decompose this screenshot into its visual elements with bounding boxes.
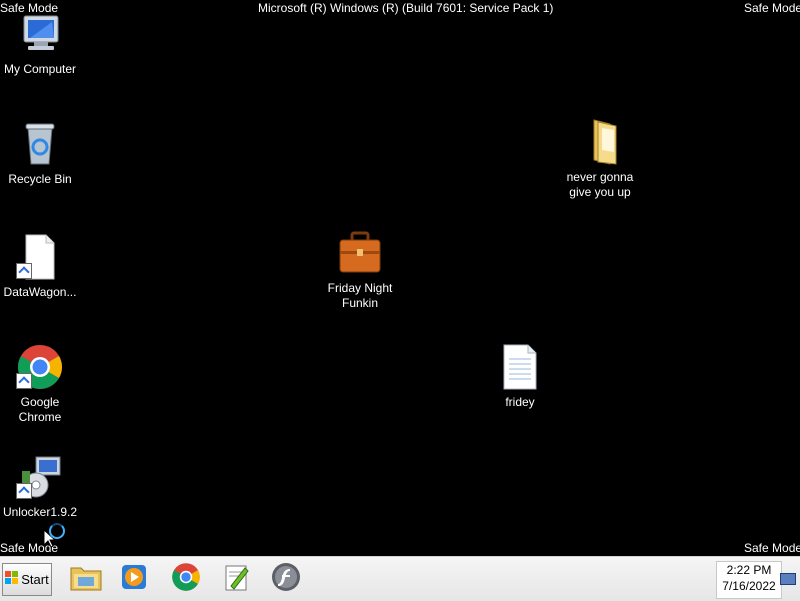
shortcut-arrow-icon (16, 263, 32, 279)
desktop-icon-label-line-2: Funkin (341, 296, 379, 310)
chrome-icon (16, 343, 64, 391)
start-label: Start (21, 572, 49, 587)
briefcase-icon (336, 229, 384, 277)
clock-date: 7/16/2022 (722, 579, 776, 593)
desktop-icon-unlocker[interactable]: Unlocker1.9.2 (0, 453, 80, 520)
desktop-icon-label: DataWagon... (3, 285, 77, 299)
desktop-icon-never-gonna-give-you-up[interactable]: never gonna give you up (560, 118, 640, 200)
explorer-icon (69, 562, 103, 597)
taskbar: Start 2:22 PM 7/16/2022 (0, 556, 800, 601)
desktop-icon-label: Unlocker1.9.2 (2, 505, 78, 519)
desktop-icon-fridey[interactable]: fridey (480, 343, 560, 410)
taskbar-flash-button[interactable] (266, 562, 306, 596)
desktop-icon-label-line-1: Friday Night (327, 281, 393, 295)
taskbar-notepad-plus-button[interactable] (216, 562, 256, 596)
chrome-icon (171, 562, 201, 597)
busy-spinner-icon (49, 523, 65, 539)
shortcut-arrow-icon (16, 483, 32, 499)
notepad-plus-icon (221, 562, 251, 597)
clock-time: 2:22 PM (726, 563, 772, 577)
desktop-icon-label: My Computer (3, 62, 77, 76)
desktop-icon-google-chrome[interactable]: Google Chrome (0, 343, 80, 425)
windows-logo-icon (5, 571, 19, 588)
unlocker-icon (16, 453, 64, 501)
document-shortcut-icon (16, 233, 64, 281)
desktop-icon-label: Recycle Bin (8, 172, 72, 186)
desktop-icon-recycle-bin[interactable]: Recycle Bin (0, 120, 80, 187)
desktop-icon-label-line-1: never gonna (566, 170, 634, 184)
start-button[interactable]: Start (2, 563, 52, 596)
recycle-bin-icon (16, 120, 64, 168)
taskbar-media-player-button[interactable] (114, 562, 154, 596)
desktop-icon-label-line-2: give you up (569, 185, 631, 199)
network-tray-icon[interactable] (780, 573, 796, 585)
taskbar-explorer-button[interactable] (66, 562, 106, 596)
desktop-icon-label-line-2: Chrome (18, 410, 62, 424)
computer-icon (16, 10, 64, 58)
desktop-icon-label-line-1: Google (20, 395, 60, 409)
safe-mode-label-top-right: Safe Mode (744, 1, 800, 15)
shortcut-arrow-icon (16, 373, 32, 389)
desktop-icon-datawagon[interactable]: DataWagon... (0, 233, 80, 300)
taskbar-chrome-button[interactable] (166, 562, 206, 596)
folder-icon (576, 118, 624, 166)
desktop-icon-friday-night-funkin[interactable]: Friday Night Funkin (320, 229, 400, 311)
desktop-icon-my-computer[interactable]: My Computer (0, 10, 80, 77)
text-file-icon (496, 343, 544, 391)
system-clock[interactable]: 2:22 PM 7/16/2022 (716, 561, 782, 599)
flash-icon (271, 562, 301, 597)
desktop-icon-label: fridey (505, 395, 535, 409)
windows-build-label: Microsoft (R) Windows (R) (Build 7601: S… (258, 1, 554, 15)
media-player-icon (119, 562, 149, 597)
safe-mode-label-bottom-right: Safe Mode (744, 541, 800, 555)
